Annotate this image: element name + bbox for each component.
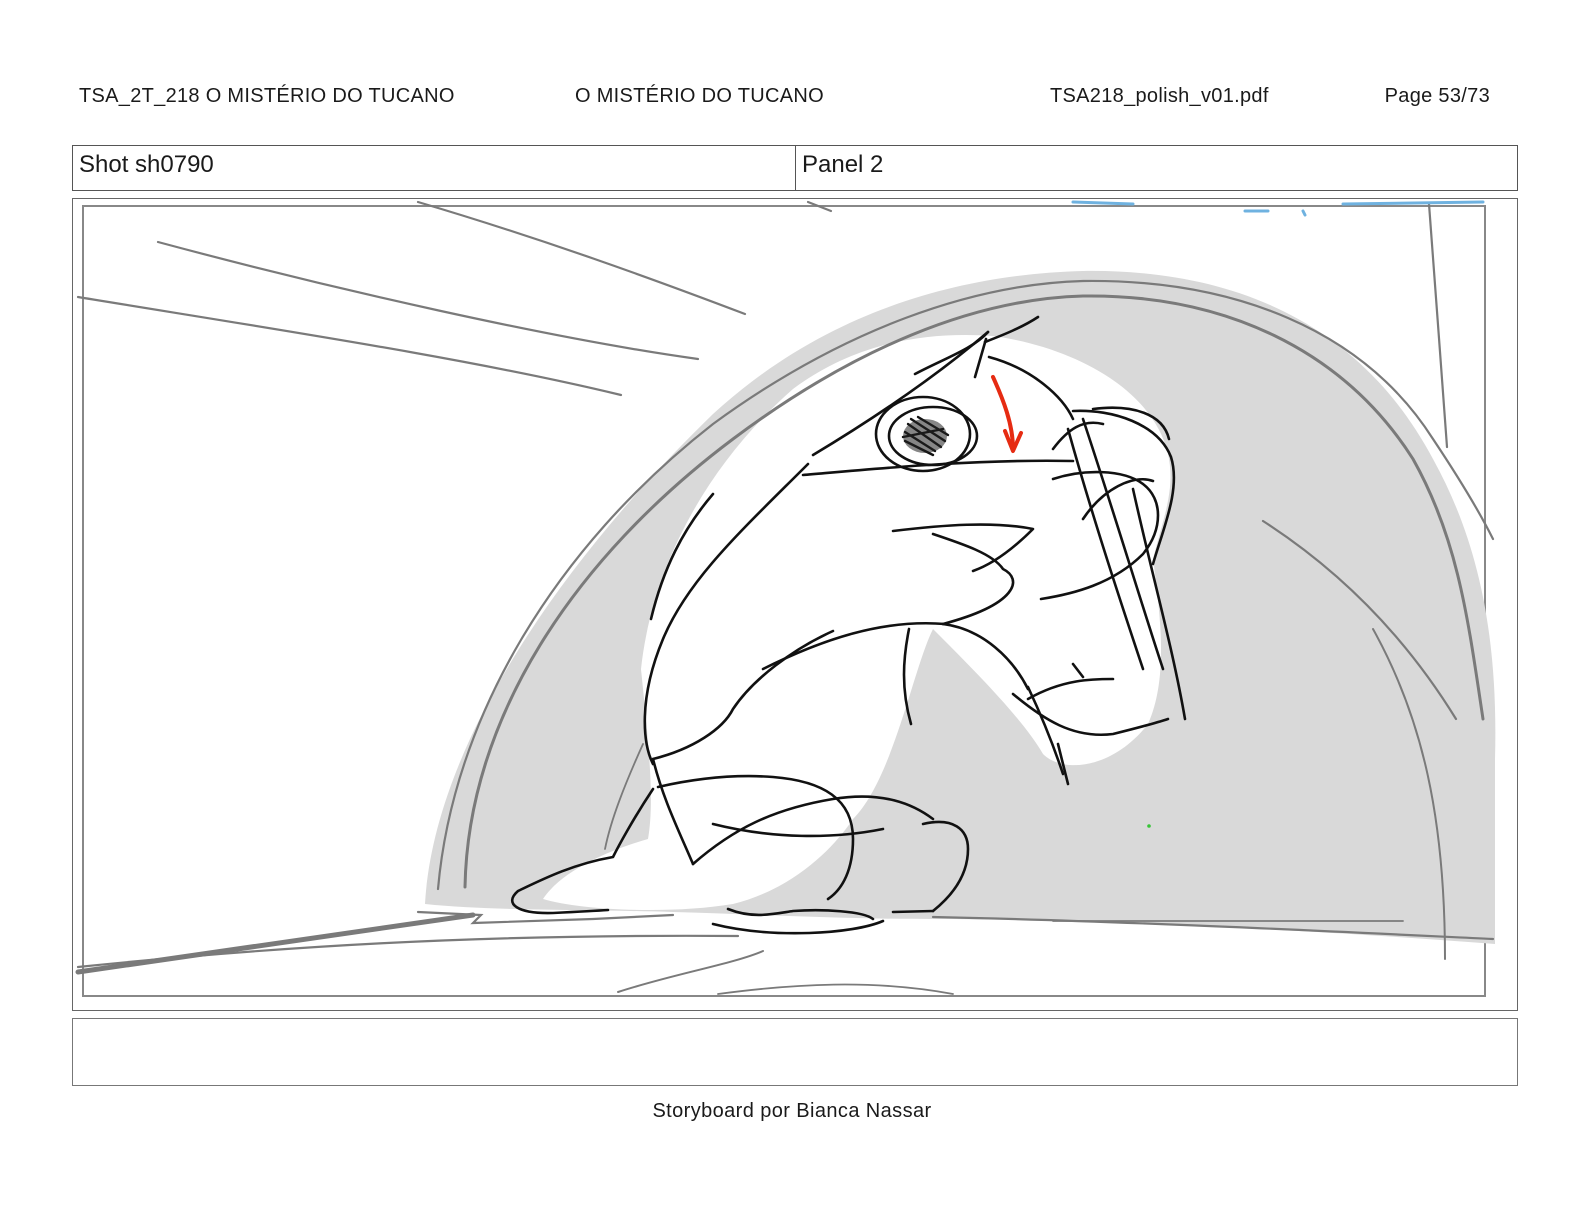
episode-title: O MISTÉRIO DO TUCANO [575,85,824,107]
storyboard-credit: Storyboard por Bianca Nassar [652,1100,932,1122]
project-code: TSA_2T_218 O MISTÉRIO DO TUCANO [79,85,455,107]
shot-label: Shot sh0790 [73,146,796,190]
panel-label: Panel 2 [802,151,884,178]
page-number: Page 53/73 [1384,85,1490,107]
storyboard-frame [72,198,1518,1011]
shot-info-row: Shot sh0790 Panel 2 [72,145,1518,191]
file-name: TSA218_polish_v01.pdf [1050,85,1269,107]
storyboard-sketch [75,200,1496,997]
panel-notes-box [72,1018,1518,1086]
